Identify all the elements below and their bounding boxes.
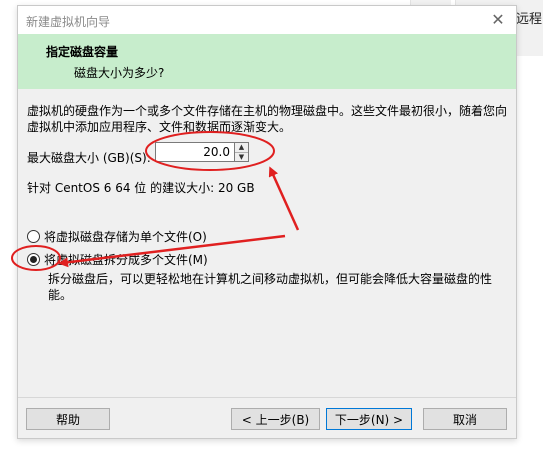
step-title: 指定磁盘容量 <box>46 45 119 59</box>
new-vm-wizard-dialog: 新建虚拟机向导 ✕ 指定磁盘容量 磁盘大小为多少? 虚拟机的硬盘作为一个或多个文… <box>17 5 517 439</box>
max-disk-size-label: 最大磁盘大小 (GB)(S): <box>27 151 151 165</box>
single-file-label: 将虚拟磁盘存储为单个文件(O) <box>44 230 207 244</box>
background-window-label: 远程 <box>515 12 542 27</box>
split-files-label: 将虚拟磁盘拆分成多个文件(M) <box>44 253 208 267</box>
wizard-header: 指定磁盘容量 磁盘大小为多少? <box>18 34 516 89</box>
disk-size-spinner[interactable]: ▲ ▼ <box>235 142 249 162</box>
split-files-description: 拆分磁盘后，可以更轻松地在计算机之间移动虚拟机，但可能会降低大容量磁盘的性能。 <box>48 272 493 302</box>
spin-up-icon[interactable]: ▲ <box>235 143 248 153</box>
back-button[interactable]: < 上一步(B) <box>231 408 320 430</box>
help-button[interactable]: 帮助 <box>26 408 110 430</box>
split-files-option[interactable]: 将虚拟磁盘拆分成多个文件(M) <box>27 251 208 269</box>
window-title: 新建虚拟机向导 <box>26 15 111 29</box>
next-button[interactable]: 下一步(N) > <box>326 408 412 430</box>
title-bar[interactable]: 新建虚拟机向导 ✕ <box>18 6 516 34</box>
wizard-body: 虚拟机的硬盘作为一个或多个文件存储在主机的物理磁盘中。这些文件最初很小，随着您向… <box>18 89 516 438</box>
step-subtitle: 磁盘大小为多少? <box>74 66 165 80</box>
close-icon[interactable]: ✕ <box>488 10 508 30</box>
cancel-button[interactable]: 取消 <box>423 408 507 430</box>
max-disk-size-input[interactable]: 20.0 <box>155 142 235 162</box>
single-file-radio[interactable] <box>27 230 40 243</box>
spin-down-icon[interactable]: ▼ <box>235 153 248 162</box>
screen: 远程 新建虚拟机向导 ✕ 指定磁盘容量 磁盘大小为多少? 虚拟机的硬盘作为一个或… <box>0 0 543 457</box>
split-files-radio[interactable] <box>27 253 40 266</box>
footer-divider <box>18 397 516 398</box>
single-file-option[interactable]: 将虚拟磁盘存储为单个文件(O) <box>27 228 207 246</box>
disk-description: 虚拟机的硬盘作为一个或多个文件存储在主机的物理磁盘中。这些文件最初很小，随着您向… <box>27 104 508 134</box>
recommended-size: 针对 CentOS 6 64 位 的建议大小: 20 GB <box>27 181 255 195</box>
